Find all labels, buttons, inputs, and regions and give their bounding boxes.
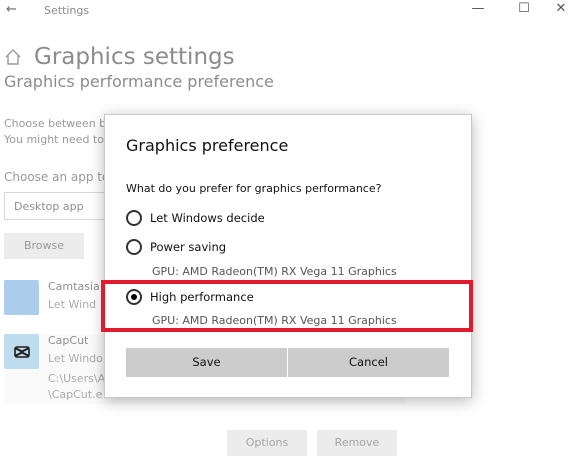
remove-button[interactable]: Remove — [317, 430, 397, 456]
capcut-icon — [4, 334, 39, 369]
option-high-performance[interactable]: High performance — [126, 289, 254, 305]
browse-button[interactable]: Browse — [4, 233, 84, 259]
app-name: CapCut — [48, 334, 89, 347]
choose-app-label: Choose an app to — [4, 170, 110, 184]
option-label: Power saving — [150, 240, 227, 254]
radio-button[interactable] — [126, 239, 142, 255]
title-bar: ← Settings — ☐ ✕ — [0, 0, 573, 20]
gpu-info: GPU: AMD Radeon(TM) RX Vega 11 Graphics — [152, 314, 397, 327]
page-heading: Graphics settings — [4, 44, 235, 70]
cancel-button[interactable]: Cancel — [288, 348, 449, 377]
option-power-saving[interactable]: Power saving — [126, 239, 226, 255]
app-type-select[interactable]: Desktop app — [4, 192, 112, 220]
radio-button[interactable] — [126, 210, 142, 226]
option-let-windows-decide[interactable]: Let Windows decide — [126, 210, 265, 226]
options-button[interactable]: Options — [227, 430, 307, 456]
section-title: Graphics performance preference — [4, 72, 274, 91]
description-line-2: You might need to — [4, 133, 105, 146]
back-arrow-icon[interactable]: ← — [6, 2, 17, 17]
graphics-preference-dialog: Graphics preference What do you prefer f… — [101, 114, 473, 398]
camtasia-icon — [4, 280, 39, 315]
option-label: Let Windows decide — [150, 211, 265, 225]
app-preference: Let Windo — [48, 352, 103, 365]
app-path-line-1: C:\Users\A — [48, 372, 106, 385]
save-button[interactable]: Save — [126, 348, 287, 377]
app-name: Camtasia — [48, 280, 100, 293]
radio-button-selected[interactable] — [126, 289, 142, 305]
home-icon[interactable] — [4, 48, 22, 66]
maximize-icon[interactable]: ☐ — [514, 1, 534, 16]
page-title: Graphics settings — [34, 44, 235, 70]
minimize-icon[interactable]: — — [468, 1, 488, 16]
dialog-question: What do you prefer for graphics performa… — [126, 182, 382, 195]
close-icon[interactable]: ✕ — [551, 1, 571, 16]
app-path-line-2: \CapCut.e — [48, 388, 103, 401]
description-line-1: Choose between b — [4, 117, 107, 130]
dialog-title: Graphics preference — [126, 136, 289, 155]
gpu-info: GPU: AMD Radeon(TM) RX Vega 11 Graphics — [152, 265, 397, 278]
window-title: Settings — [44, 4, 90, 17]
app-preference: Let Wind — [48, 298, 97, 311]
option-label: High performance — [150, 290, 254, 304]
